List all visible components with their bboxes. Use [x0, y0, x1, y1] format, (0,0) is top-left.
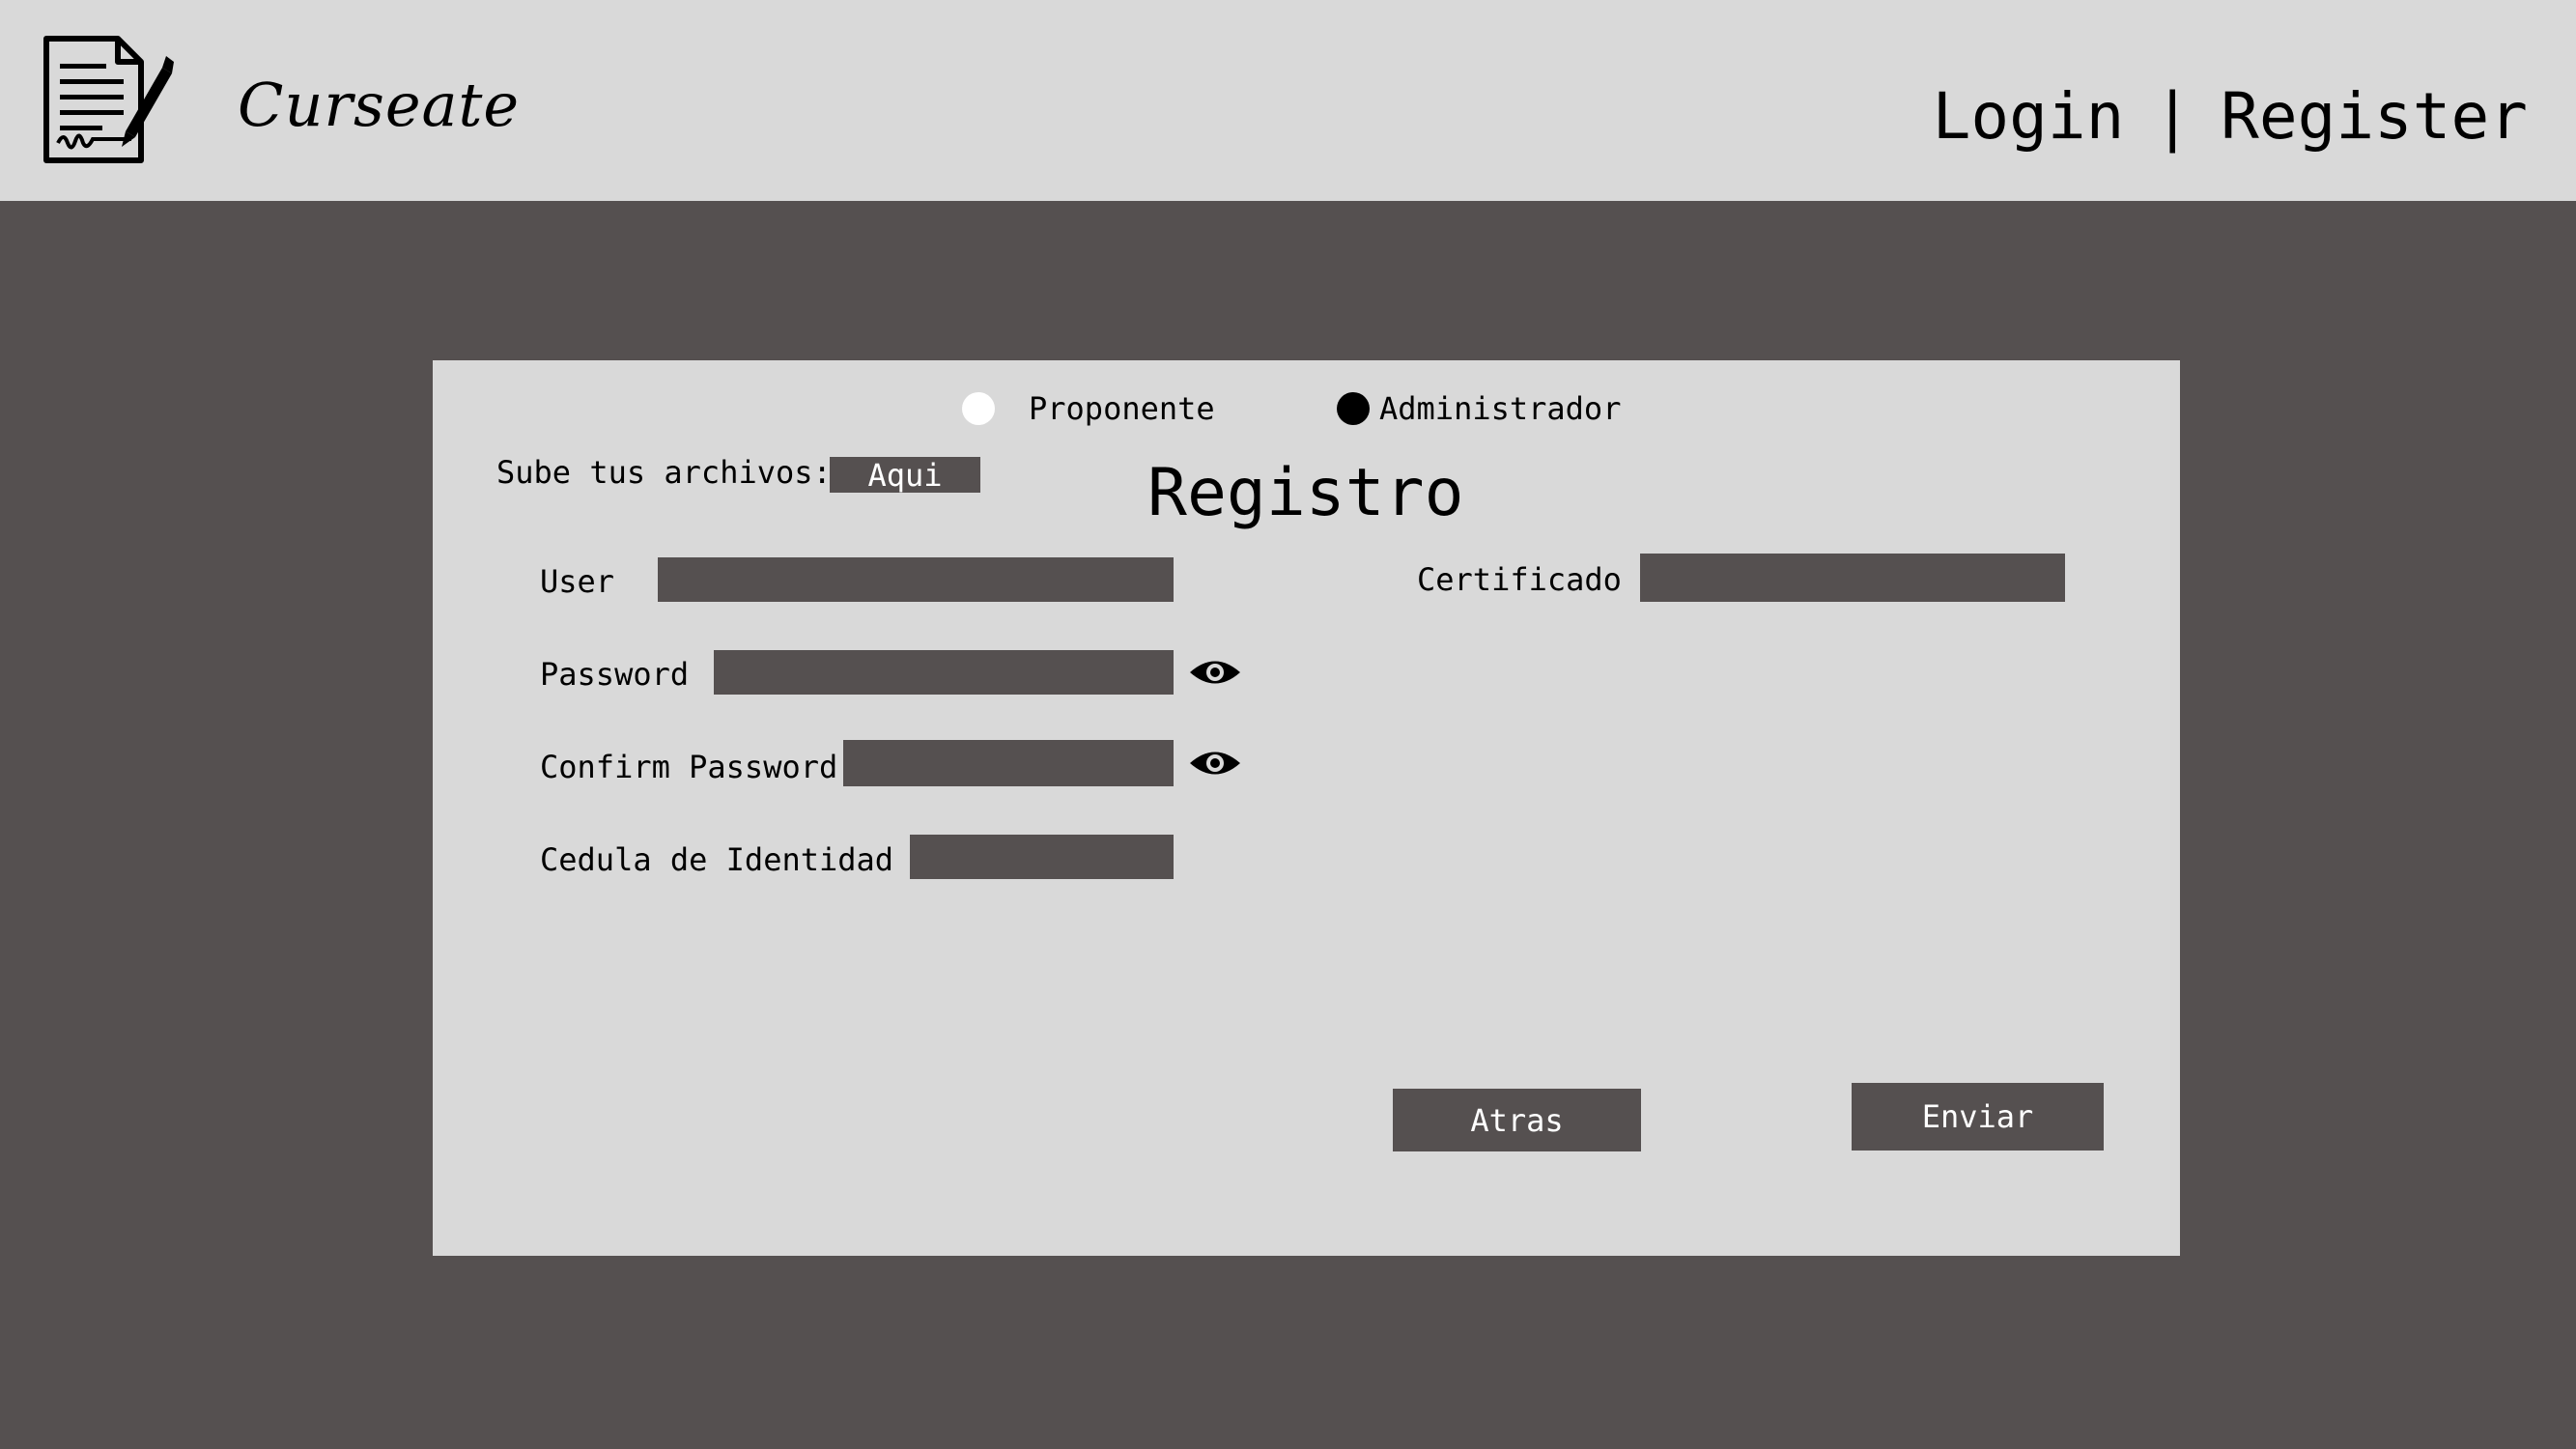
user-input[interactable] [658, 557, 1174, 602]
password-label: Password [540, 656, 690, 693]
auth-nav: Login | Register [1933, 85, 2528, 149]
show-password-eye-icon[interactable] [1188, 656, 1242, 689]
radio-administrador-label[interactable]: Administrador [1379, 393, 1621, 424]
radio-proponente-label[interactable]: Proponente [1029, 393, 1215, 424]
password-input[interactable] [714, 650, 1174, 695]
confirm-password-label: Confirm Password [540, 749, 838, 785]
submit-button[interactable]: Enviar [1852, 1083, 2104, 1151]
confirm-password-input[interactable] [843, 740, 1174, 786]
radio-proponente[interactable] [962, 392, 995, 425]
login-link[interactable]: Login [1933, 85, 2125, 149]
cedula-label: Cedula de Identidad [540, 841, 894, 878]
top-header: Curseate Login | Register [0, 0, 2576, 201]
user-label: User [540, 563, 615, 600]
upload-label: Sube tus archivos: [496, 454, 832, 491]
upload-button[interactable]: Aqui [830, 457, 980, 493]
radio-administrador[interactable] [1337, 392, 1370, 425]
certificado-input[interactable] [1640, 554, 2065, 602]
register-link[interactable]: Register [2221, 85, 2528, 149]
nav-separator: | [2153, 79, 2193, 154]
cedula-input[interactable] [910, 835, 1174, 879]
show-confirm-password-eye-icon[interactable] [1188, 747, 1242, 780]
back-button[interactable]: Atras [1393, 1089, 1641, 1151]
registration-panel: Proponente Administrador Sube tus archiv… [433, 360, 2180, 1256]
page-title: Registro [1147, 455, 1464, 531]
brand-name: Curseate [238, 70, 521, 140]
certificado-label: Certificado [1417, 561, 1622, 598]
document-signature-icon [43, 36, 174, 163]
